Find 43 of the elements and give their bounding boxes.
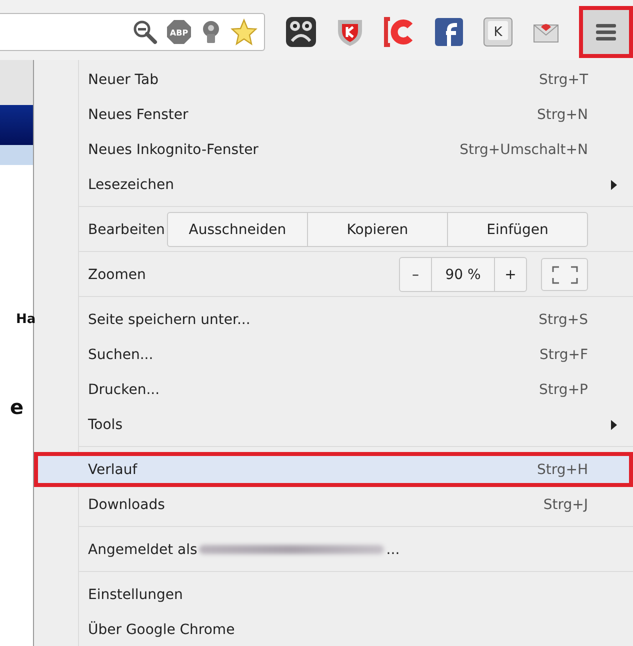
fullscreen-icon [552,266,578,284]
menu-item[interactable]: Seite speichern unter... Strg+S [34,302,633,337]
edit-button[interactable]: Ausschneiden [168,213,307,246]
fullscreen-button[interactable] [541,258,588,291]
banner-strip [0,105,33,145]
letter-tile-icon[interactable] [434,17,464,47]
zoom-in-button[interactable]: + [495,258,526,291]
edit-button[interactable]: Kopieren [306,213,447,246]
menu-item[interactable]: Lesezeichen [34,167,633,202]
menu-item[interactable]: Über Google Chrome [34,612,633,646]
address-bar[interactable]: ABP [0,13,265,51]
page-text: Ha [16,312,36,327]
menu-item[interactable]: Neues Fenster Strg+N [34,97,633,132]
star-icon[interactable] [230,18,258,46]
menu-item[interactable]: Drucken... Strg+P [34,372,633,407]
nav-bar-strip [0,145,33,165]
submenu-arrow-icon [611,420,617,430]
signed-in-label: Angemeldet als [88,542,198,558]
menu-icon [595,22,617,42]
menu-item[interactable]: Neuer Tab Strg+T [34,62,633,97]
zoom-out-icon[interactable] [132,19,158,45]
menu-button[interactable] [579,6,633,58]
page-text: e [10,395,24,419]
zoom-out-button[interactable]: – [400,258,431,291]
edit-button[interactable]: Einfügen [446,213,588,246]
menu-item[interactable]: Suchen... Strg+F [34,337,633,372]
light-bulb-icon[interactable] [200,19,222,45]
sad-face-icon[interactable] [285,16,317,48]
menu-label: Bearbeiten [88,222,165,238]
menu-item[interactable]: Verlauf Strg+H [34,452,633,487]
submenu-arrow-icon [611,180,617,190]
stop-sign-icon[interactable]: ABP [166,19,192,45]
menu-label: Zoomen [88,266,146,282]
menu-item[interactable]: Downloads Strg+J [34,487,633,522]
page-header-strip [0,60,33,105]
menu-item[interactable]: Einstellungen [34,577,633,612]
shield-icon[interactable] [336,17,364,47]
key-icon[interactable]: K [483,17,513,47]
bracket-c-icon[interactable] [383,17,415,47]
menu-item[interactable]: Tools [34,407,633,442]
menu-item[interactable]: Neues Inkognito-Fenster Strg+Umschalt+N [34,132,633,167]
zoom-value: 90 % [431,258,495,291]
ellipsis-text: ... [386,542,400,558]
